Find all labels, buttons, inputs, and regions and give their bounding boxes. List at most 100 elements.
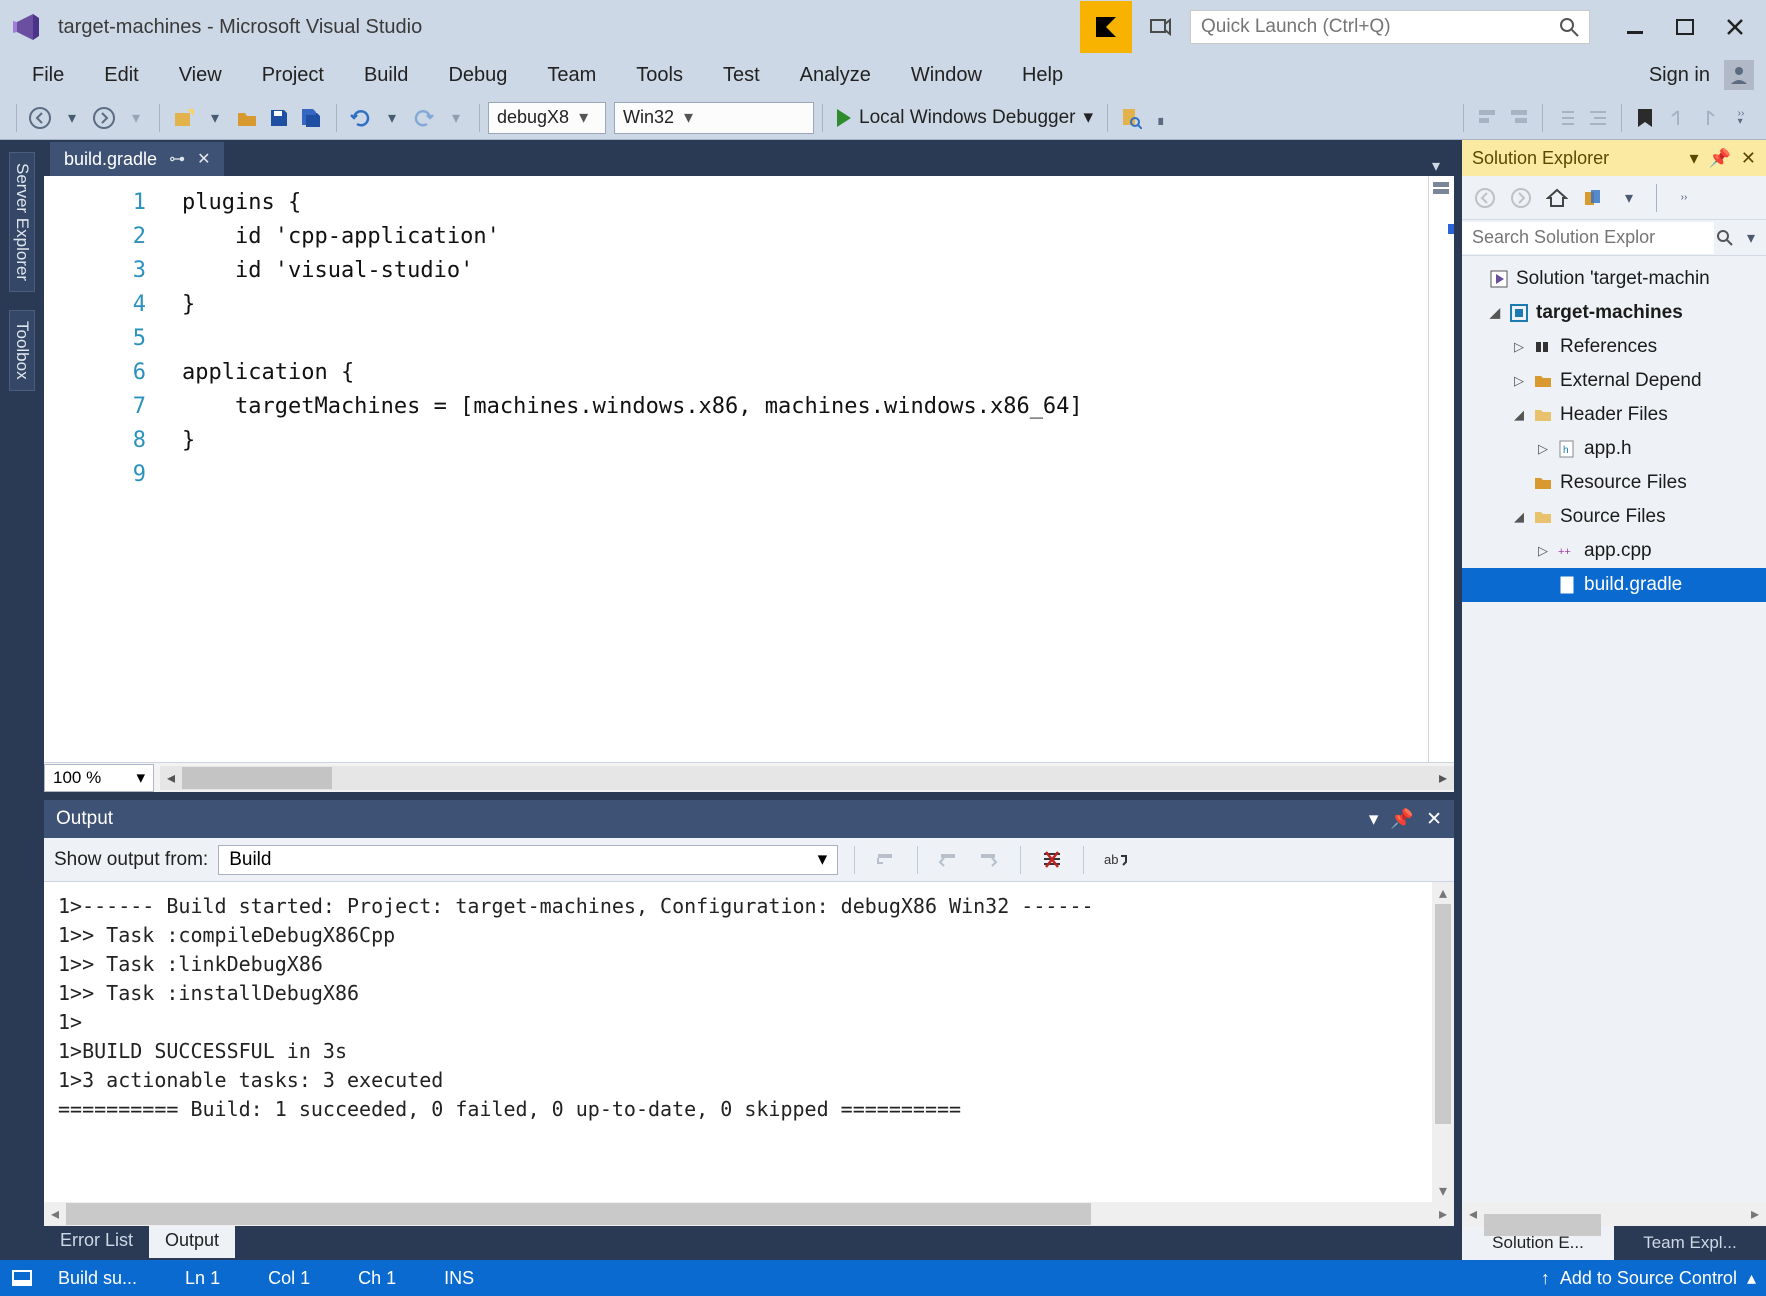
pin-icon[interactable]: 📌 — [1708, 148, 1730, 169]
prev-bookmark-button[interactable] — [1662, 102, 1692, 134]
code-content[interactable]: plugins { id 'cpp-application' id 'visua… — [164, 176, 1428, 762]
undo-dropdown[interactable]: ▾ — [377, 102, 407, 134]
notifications-icon[interactable] — [1140, 7, 1180, 47]
output-vertical-scrollbar[interactable]: ▴ ▾ — [1432, 882, 1454, 1202]
status-source-control[interactable]: Add to Source Control — [1560, 1268, 1737, 1289]
find-in-files-button[interactable] — [1116, 102, 1146, 134]
menu-edit[interactable]: Edit — [84, 58, 158, 93]
solution-tree-scrollbar[interactable]: ◂ ▸ — [1462, 1202, 1766, 1226]
next-message-button[interactable] — [974, 844, 1004, 876]
tree-project-node[interactable]: ◢target-machines — [1462, 296, 1766, 330]
menu-window[interactable]: Window — [891, 58, 1002, 93]
code-editor[interactable]: 123456789 plugins { id 'cpp-application'… — [44, 176, 1454, 762]
menu-tools[interactable]: Tools — [616, 58, 703, 93]
quick-launch-input[interactable] — [1201, 16, 1559, 38]
document-tab-build-gradle[interactable]: build.gradle ⊶ ✕ — [50, 142, 224, 176]
status-build[interactable]: Build su... — [34, 1268, 161, 1289]
scroll-left-icon[interactable]: ◂ — [44, 1204, 66, 1224]
tree-solution-node[interactable]: Solution 'target-machin — [1462, 262, 1766, 296]
save-all-button[interactable] — [296, 102, 328, 134]
tree-build-gradle[interactable]: build.gradle — [1462, 568, 1766, 602]
new-project-button[interactable] — [168, 102, 198, 134]
publish-icon[interactable]: ↑ — [1541, 1268, 1550, 1289]
avatar-icon[interactable] — [1724, 60, 1754, 90]
nav-forward-button[interactable] — [89, 102, 119, 134]
solution-explorer-search[interactable]: ▾ — [1462, 220, 1766, 256]
uncomment-button[interactable] — [1504, 102, 1534, 134]
scroll-down-icon[interactable]: ▾ — [1432, 1180, 1454, 1202]
tab-team-explorer[interactable]: Team Expl... — [1614, 1226, 1766, 1260]
search-icon[interactable] — [1559, 17, 1579, 37]
output-source-combo[interactable]: Build▾ — [218, 845, 838, 875]
undo-button[interactable] — [345, 102, 375, 134]
tab-output[interactable]: Output — [149, 1226, 235, 1258]
close-icon[interactable]: ✕ — [1741, 148, 1756, 169]
bookmark-button[interactable] — [1630, 102, 1660, 134]
close-icon[interactable]: ✕ — [1426, 808, 1442, 831]
scroll-right-icon[interactable]: ▸ — [1432, 767, 1454, 789]
search-icon[interactable] — [1714, 229, 1736, 247]
search-dropdown[interactable]: ▾ — [1736, 222, 1766, 254]
menu-test[interactable]: Test — [703, 58, 780, 93]
document-tab-dropdown[interactable]: ▾ — [1418, 156, 1454, 176]
nav-forward-dropdown[interactable]: ▾ — [121, 102, 151, 134]
solution-tree[interactable]: Solution 'target-machin ◢target-machines… — [1462, 256, 1766, 1202]
indent-right-button[interactable] — [1583, 102, 1613, 134]
nav-back-dropdown[interactable]: ▾ — [57, 102, 87, 134]
next-bookmark-button[interactable] — [1694, 102, 1724, 134]
server-explorer-tab[interactable]: Server Explorer — [9, 152, 35, 292]
goto-message-button[interactable] — [871, 844, 901, 876]
scroll-up-icon[interactable]: ▴ — [1432, 882, 1454, 904]
toolbox-tab[interactable]: Toolbox — [9, 310, 35, 391]
output-body[interactable]: 1>------ Build started: Project: target-… — [44, 882, 1454, 1202]
toolbar-overflow-2[interactable]: ››▾ — [1726, 102, 1756, 134]
redo-dropdown[interactable]: ▾ — [441, 102, 471, 134]
se-forward-button[interactable] — [1506, 182, 1536, 214]
menu-project[interactable]: Project — [242, 58, 344, 93]
open-file-button[interactable] — [232, 102, 262, 134]
chevron-up-icon[interactable]: ▴ — [1747, 1268, 1756, 1289]
zoom-combo[interactable]: 100 %▾ — [44, 764, 154, 792]
new-project-dropdown[interactable]: ▾ — [200, 102, 230, 134]
feedback-flag-icon[interactable] — [1080, 1, 1132, 53]
toolbar-overflow[interactable]: ▖ — [1148, 102, 1178, 134]
close-icon[interactable]: ✕ — [197, 149, 210, 169]
chevron-down-icon[interactable]: ▾ — [1084, 106, 1094, 129]
menu-view[interactable]: View — [159, 58, 242, 93]
editor-horizontal-scrollbar[interactable]: ◂ ▸ — [160, 766, 1454, 790]
editor-vertical-scrollbar[interactable] — [1428, 176, 1454, 762]
prev-message-button[interactable] — [934, 844, 964, 876]
tab-error-list[interactable]: Error List — [44, 1226, 149, 1258]
solution-explorer-header[interactable]: Solution Explorer ▾ 📌 ✕ — [1462, 140, 1766, 176]
panel-dropdown-icon[interactable]: ▾ — [1689, 148, 1698, 169]
tree-header-files[interactable]: ◢Header Files — [1462, 398, 1766, 432]
menu-team[interactable]: Team — [527, 58, 616, 93]
solution-explorer-search-input[interactable] — [1462, 222, 1714, 254]
se-home-button[interactable] — [1542, 182, 1572, 214]
pin-icon[interactable]: 📌 — [1390, 807, 1414, 831]
sign-in[interactable]: Sign in — [1649, 60, 1766, 90]
tree-references[interactable]: ▷References — [1462, 330, 1766, 364]
maximize-button[interactable] — [1672, 14, 1698, 40]
solution-config-combo[interactable]: debugX8▾ — [488, 102, 606, 134]
se-dropdown[interactable]: ▾ — [1614, 182, 1644, 214]
nav-back-button[interactable] — [25, 102, 55, 134]
word-wrap-button[interactable]: ab — [1100, 844, 1132, 876]
tree-app-cpp[interactable]: ▷++app.cpp — [1462, 534, 1766, 568]
redo-button[interactable] — [409, 102, 439, 134]
se-overflow[interactable]: ›› — [1669, 182, 1699, 214]
tree-app-h[interactable]: ▷happ.h — [1462, 432, 1766, 466]
scroll-left-icon[interactable]: ◂ — [1462, 1204, 1484, 1224]
se-sync-button[interactable] — [1578, 182, 1608, 214]
close-button[interactable] — [1722, 14, 1748, 40]
clear-output-button[interactable] — [1037, 844, 1067, 876]
split-icon[interactable] — [1431, 180, 1451, 196]
indent-left-button[interactable] — [1551, 102, 1581, 134]
comment-button[interactable] — [1472, 102, 1502, 134]
menu-debug[interactable]: Debug — [428, 58, 527, 93]
output-panel-header[interactable]: Output ▾ 📌 ✕ — [44, 800, 1454, 838]
panel-dropdown-icon[interactable]: ▾ — [1369, 808, 1379, 831]
solution-platform-combo[interactable]: Win32▾ — [614, 102, 814, 134]
menu-file[interactable]: File — [12, 58, 84, 93]
scroll-left-icon[interactable]: ◂ — [160, 767, 182, 789]
